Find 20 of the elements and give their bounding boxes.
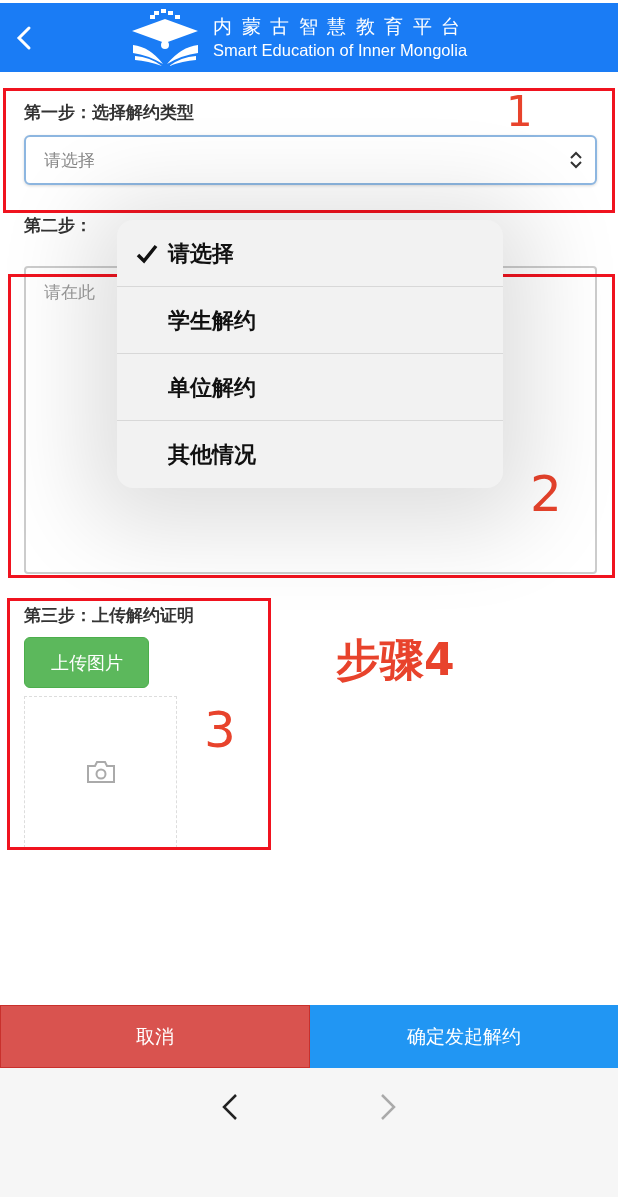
upload-image-button[interactable]: 上传图片	[24, 637, 149, 688]
camera-icon	[85, 759, 116, 785]
picker-option[interactable]: 其他情况	[117, 420, 503, 488]
picker-option[interactable]: 请选择	[117, 220, 503, 287]
picker-option[interactable]: 单位解约	[117, 353, 503, 421]
up-down-chevron-icon	[569, 150, 583, 170]
picker-option[interactable]: 学生解约	[117, 286, 503, 354]
open-book-logo-icon	[130, 8, 201, 67]
platform-title: 内蒙古智慧教育平台	[213, 13, 470, 38]
step-label: 第二步：	[24, 214, 92, 236]
cancel-button[interactable]: 取消	[0, 1005, 310, 1068]
annotation-note: 步骤4	[336, 633, 455, 687]
confirm-button[interactable]: 确定发起解约	[310, 1005, 618, 1068]
annotation-number: 1	[506, 89, 533, 135]
annotation-number: 3	[204, 702, 236, 758]
step-label: 第三步：上传解约证明	[24, 604, 194, 626]
platform-subtitle: Smart Education of Inner Mongolia	[213, 39, 469, 61]
select-field[interactable]: 请选择	[24, 135, 597, 185]
step-label: 第一步：选择解约类型	[24, 101, 194, 123]
annotation-number: 2	[530, 466, 562, 522]
